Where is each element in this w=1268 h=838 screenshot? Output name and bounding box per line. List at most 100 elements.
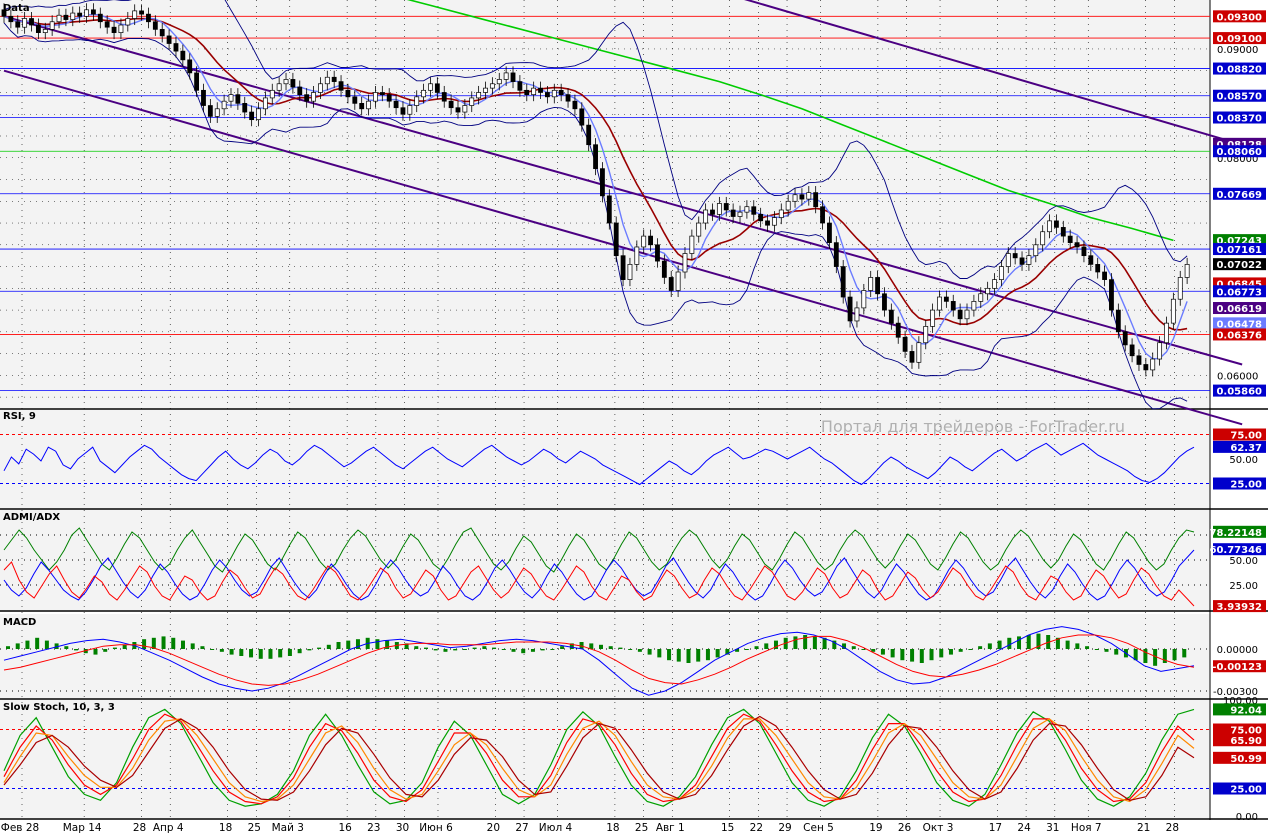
candle-body (1054, 220, 1059, 228)
candle-body (778, 209, 784, 218)
candle-body (675, 271, 681, 291)
candle-body (668, 277, 674, 291)
chart-canvas: Фев 28 Мар 14 28 Апр 4 18 25 Май 3 16 23 30 Июн 6 2… (0, 0, 1268, 834)
x-tick-label: 22 (750, 822, 763, 834)
candle-body (242, 103, 248, 113)
macd-histogram-bar (560, 646, 565, 649)
macd-histogram-bar (1114, 649, 1119, 655)
candle-body (338, 81, 344, 91)
candle-body (641, 235, 647, 248)
x-tick-label: Май 3 (272, 822, 304, 834)
macd-histogram-bar (161, 636, 166, 649)
x-tick-label: Мар 14 (63, 822, 102, 834)
candle-body (290, 79, 296, 88)
candle-body (386, 94, 392, 102)
candle-body (1115, 309, 1121, 333)
candle-body (462, 105, 468, 113)
candle-body (1143, 364, 1149, 371)
candle-body (524, 89, 530, 96)
candle-body (606, 195, 612, 224)
candle-body (104, 21, 110, 28)
rsi-panel-title: RSI, 9 (3, 411, 36, 422)
macd-histogram-bar (754, 646, 759, 649)
macd-histogram-bar (890, 649, 895, 658)
candle-body (139, 10, 144, 15)
macd-histogram-bar (948, 649, 953, 655)
candle-body (957, 309, 963, 320)
x-tick-label: 28 (1166, 822, 1179, 834)
candle-body (517, 81, 523, 91)
candle-body (228, 94, 234, 102)
candle-body (998, 266, 1004, 280)
candle-body (22, 18, 28, 28)
candle-body (434, 83, 440, 93)
candle-body (414, 96, 420, 106)
candle-body (950, 301, 956, 311)
candle-body (909, 351, 915, 363)
macd-panel-title: MACD (3, 617, 36, 628)
candle-body (359, 103, 365, 110)
x-tick-label: 18 (219, 822, 232, 834)
candle-body (882, 293, 887, 311)
candle-body (1095, 264, 1101, 273)
candle-body (985, 287, 991, 295)
candle-body (111, 26, 117, 33)
macd-histogram-bar (472, 647, 477, 649)
macd-histogram-bar (987, 643, 992, 649)
candle-body (1102, 271, 1107, 280)
candle-body (331, 76, 337, 82)
candle-body (469, 97, 475, 106)
price-label-text: 0.08370 (1216, 114, 1262, 125)
candle-body (428, 83, 433, 91)
stoch-axis-tick: 0.00 (1236, 812, 1258, 823)
candle-body (187, 59, 193, 74)
adx-panel-title: ADMI/ADX (3, 512, 60, 523)
macd-histogram-bar (910, 649, 915, 662)
candle-body (476, 92, 482, 99)
candle-body (400, 107, 406, 115)
macd-histogram-bar (628, 649, 633, 650)
candle-body (1081, 246, 1087, 257)
macd-histogram-bar (6, 646, 10, 649)
macd-histogram-bar (326, 644, 331, 649)
candle-body (689, 235, 695, 254)
candle-body (840, 266, 846, 298)
rsi-axis-tick: 50.00 (1229, 455, 1258, 466)
x-tick-label: 29 (778, 822, 791, 834)
adx-current-label-text: 60.77346 (1209, 545, 1262, 556)
macd-histogram-bar (25, 640, 30, 649)
candle-body (937, 296, 942, 311)
candle-body (77, 12, 83, 17)
macd-histogram-bar (482, 646, 487, 649)
candle-body (1019, 257, 1025, 265)
candle-body (283, 79, 289, 85)
candle-body (91, 9, 96, 15)
candle-body (483, 87, 488, 93)
candle-body (799, 194, 805, 200)
candle-body (1088, 255, 1094, 265)
macd-histogram-bar (433, 649, 438, 651)
stoch-current-label-text: 65.90 (1230, 736, 1262, 747)
macd-histogram-bar (978, 646, 983, 649)
candle-body (682, 253, 688, 273)
x-tick-label: Сен 5 (803, 822, 834, 834)
candle-body (661, 260, 667, 278)
x-tick-label: Апр 4 (153, 822, 184, 834)
macd-histogram-bar (657, 649, 662, 658)
candle-body (765, 220, 770, 226)
macd-histogram-bar (142, 639, 147, 649)
candle-body (276, 83, 282, 91)
candle-body (249, 111, 255, 121)
candle-body (1040, 231, 1046, 246)
candle-body (627, 264, 633, 280)
candle-body (593, 144, 598, 169)
macd-plot-bg (0, 614, 1210, 698)
price-label-text: 0.07022 (1216, 260, 1262, 271)
price-label-text: 0.08820 (1216, 65, 1262, 76)
candle-body (792, 194, 798, 202)
candle-body (49, 21, 55, 30)
macd-histogram-bar (414, 646, 419, 649)
x-tick-label: 28 (133, 822, 146, 834)
macd-histogram-bar (74, 649, 79, 651)
candle-body (70, 12, 76, 20)
